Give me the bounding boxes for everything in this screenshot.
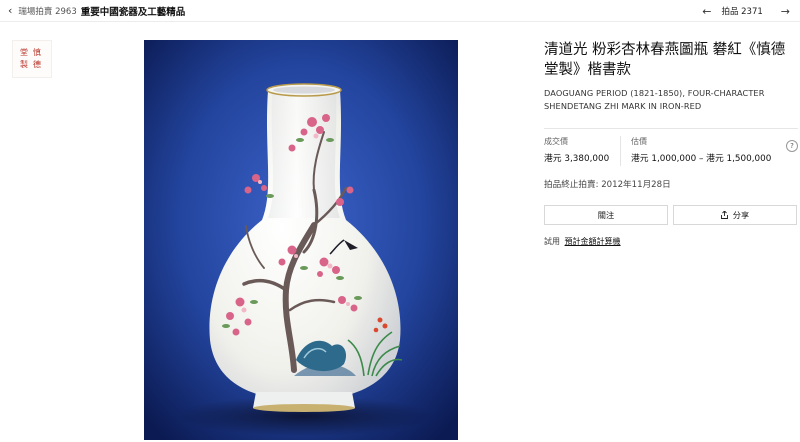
sold-price-label: 成交價: [544, 137, 568, 146]
back-to-sale-link[interactable]: ‹ 瑞場拍賣 2963 重要中國瓷器及工藝精品: [8, 4, 185, 18]
vase-illustration: [144, 40, 458, 440]
sale-number: 瑞場拍賣 2963: [18, 6, 77, 17]
estimate-calculator-link[interactable]: 預計金額計算機: [565, 237, 621, 246]
estimate-block: 估價 港元 1,000,000 – 港元 1,500,000: [620, 136, 771, 166]
lot-navigation: ← 拍品 2371 →: [702, 0, 790, 22]
lot-info-panel: 清道光 粉彩杏林春燕圖瓶 礬紅《慎德堂製》楷書款 DAOGUANG PERIOD…: [544, 40, 794, 113]
share-icon: [720, 210, 728, 219]
sold-price-block: 成交價 港元 3,380,000: [544, 136, 609, 164]
seal-mark-image: 堂 慎 製 德: [20, 48, 41, 69]
lot-title-chinese: 清道光 粉彩杏林春燕圖瓶 礬紅《慎德堂製》楷書款: [544, 42, 786, 78]
lot-main-image[interactable]: [144, 40, 458, 440]
help-icon[interactable]: ?: [786, 140, 798, 152]
image-thumbnail-mark[interactable]: 堂 慎 製 德: [12, 40, 52, 78]
lot-title-english: DAOGUANG PERIOD (1821-1850), FOUR-CHARAC…: [544, 88, 765, 111]
sale-title: 重要中國瓷器及工藝精品: [80, 6, 186, 18]
price-section: 成交價 港元 3,380,000 估價 港元 1,000,000 – 港元 1,…: [544, 136, 798, 166]
follow-button[interactable]: 關注: [544, 205, 668, 225]
share-button[interactable]: 分享: [673, 205, 797, 225]
closing-date: 拍品終止拍賣: 2012年11月28日: [544, 180, 671, 190]
estimate-calculator-prefix: 試用: [544, 237, 560, 246]
divider: [544, 128, 798, 129]
lot-number: 拍品 2371: [721, 7, 763, 17]
share-button-label: 分享: [732, 210, 750, 220]
estimate-calculator: 試用 預計金額計算機: [544, 236, 621, 247]
arrow-right-icon[interactable]: →: [781, 5, 790, 18]
follow-button-label: 關注: [597, 210, 615, 220]
sold-price-value: 港元 3,380,000: [544, 154, 610, 164]
top-bar: ‹ 瑞場拍賣 2963 重要中國瓷器及工藝精品 ← 拍品 2371 →: [0, 0, 800, 22]
estimate-value: 港元 1,000,000 – 港元 1,500,000: [631, 154, 772, 164]
estimate-label: 估價: [631, 137, 647, 146]
chevron-left-icon: ‹: [8, 4, 13, 17]
arrow-left-icon[interactable]: ←: [702, 5, 711, 18]
